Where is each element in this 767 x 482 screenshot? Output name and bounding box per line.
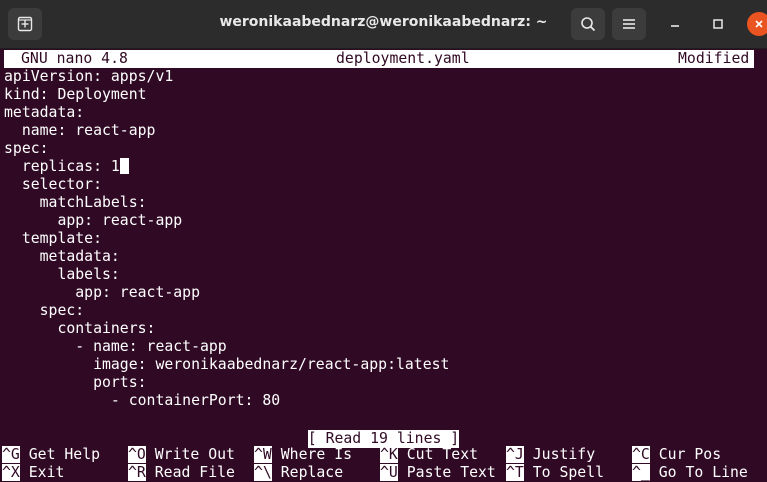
shortcut-key: ^_: [632, 464, 650, 481]
nano-header-bar: GNU nano 4.8 deployment.yaml Modified: [4, 50, 754, 68]
shortcut-paste-text: ^U Paste Text: [380, 464, 496, 482]
shortcut-label: Get Help: [28, 446, 101, 463]
text-cursor: [119, 158, 129, 174]
shortcut-exit: ^X Exit: [2, 464, 64, 482]
editor-line-text: replicas: 1: [4, 158, 120, 175]
editor-line[interactable]: metadata:: [4, 248, 120, 266]
shortcut-label: Cur Pos: [658, 446, 722, 463]
shortcut-key: ^X: [2, 464, 20, 481]
shortcut-replace: ^\ Replace: [254, 464, 343, 482]
editor-line[interactable]: name: react-app: [4, 122, 156, 140]
shortcut-key: ^T: [506, 464, 524, 481]
window-titlebar: weronikaabednarz@weronikaabednarz: ~: [0, 0, 767, 49]
editor-line[interactable]: ports:: [4, 374, 146, 392]
menu-button[interactable]: [612, 8, 646, 40]
shortcut-key: ^W: [254, 446, 272, 463]
maximize-button[interactable]: [706, 12, 730, 36]
editor-line[interactable]: - name: react-app: [4, 338, 226, 356]
shortcut-key: ^C: [632, 446, 650, 463]
shortcut-label: Go To Line: [658, 464, 748, 481]
shortcut-cur-pos: ^C Cur Pos: [632, 446, 721, 464]
close-button[interactable]: [747, 12, 767, 36]
shortcut-write-out: ^O Write Out: [128, 446, 235, 464]
shortcut-key: ^U: [380, 464, 398, 481]
editor-line[interactable]: metadata:: [4, 104, 84, 122]
shortcut-key: ^O: [128, 446, 146, 463]
editor-line[interactable]: spec:: [4, 140, 49, 158]
editor-line[interactable]: kind: Deployment: [4, 86, 147, 104]
nano-version: GNU nano 4.8: [21, 50, 128, 67]
editor-line[interactable]: selector:: [4, 176, 102, 194]
modified-indicator: Modified: [678, 50, 750, 67]
shortcut-justify: ^J Justify: [506, 446, 595, 464]
file-name: deployment.yaml: [336, 50, 470, 67]
shortcut-where-is: ^W Where Is: [254, 446, 352, 464]
minimize-icon: [671, 25, 679, 27]
editor-line[interactable]: app: react-app: [4, 212, 182, 230]
editor-line[interactable]: labels:: [4, 266, 119, 284]
shortcut-to-spell: ^T To Spell: [506, 464, 604, 482]
status-bar: [ Read 19 lines ]: [0, 428, 767, 448]
maximize-icon: [713, 19, 723, 29]
editor-line[interactable]: spec:: [4, 302, 85, 320]
editor-line[interactable]: image: weronikaabednarz/react-app:latest: [4, 356, 449, 374]
minimize-button[interactable]: [663, 12, 687, 36]
terminal-area[interactable]: GNU nano 4.8 deployment.yaml Modified ap…: [0, 49, 767, 482]
shortcut-label: Cut Text: [406, 446, 479, 463]
shortcut-label: Exit: [28, 464, 65, 481]
editor-line[interactable]: template:: [4, 230, 102, 248]
shortcut-label: To Spell: [532, 464, 605, 481]
editor-line[interactable]: containers:: [4, 320, 155, 338]
shortcut-label: Where Is: [280, 446, 353, 463]
shortcut-label: Write Out: [154, 446, 235, 463]
shortcut-key: ^R: [128, 464, 146, 481]
shortcut-key: ^K: [380, 446, 398, 463]
editor-line[interactable]: - containerPort: 80: [4, 392, 280, 410]
shortcut-key: ^\: [254, 464, 272, 481]
search-icon: [581, 17, 596, 32]
shortcut-get-help: ^G Get Help: [2, 446, 100, 464]
shortcut-label: Justify: [532, 446, 596, 463]
shortcut-label: Paste Text: [406, 464, 496, 481]
shortcut-go-to-line: ^_ Go To Line: [632, 464, 748, 482]
shortcut-label: Replace: [280, 464, 344, 481]
editor-line[interactable]: app: react-app: [4, 284, 200, 302]
hamburger-menu-icon: [623, 19, 635, 29]
editor-line[interactable]: apiVersion: apps/v1: [4, 68, 173, 86]
window-title: weronikaabednarz@weronikaabednarz: ~: [219, 14, 548, 30]
editor-line[interactable]: matchLabels:: [4, 194, 147, 212]
close-icon: [755, 20, 763, 28]
shortcut-cut-text: ^K Cut Text: [380, 446, 478, 464]
shortcut-read-file: ^R Read File: [128, 464, 235, 482]
search-button[interactable]: [571, 8, 605, 40]
editor-line-current[interactable]: replicas: 1: [4, 158, 129, 176]
shortcut-label: Read File: [154, 464, 235, 481]
shortcut-key: ^G: [2, 446, 20, 463]
shortcut-key: ^J: [506, 446, 524, 463]
